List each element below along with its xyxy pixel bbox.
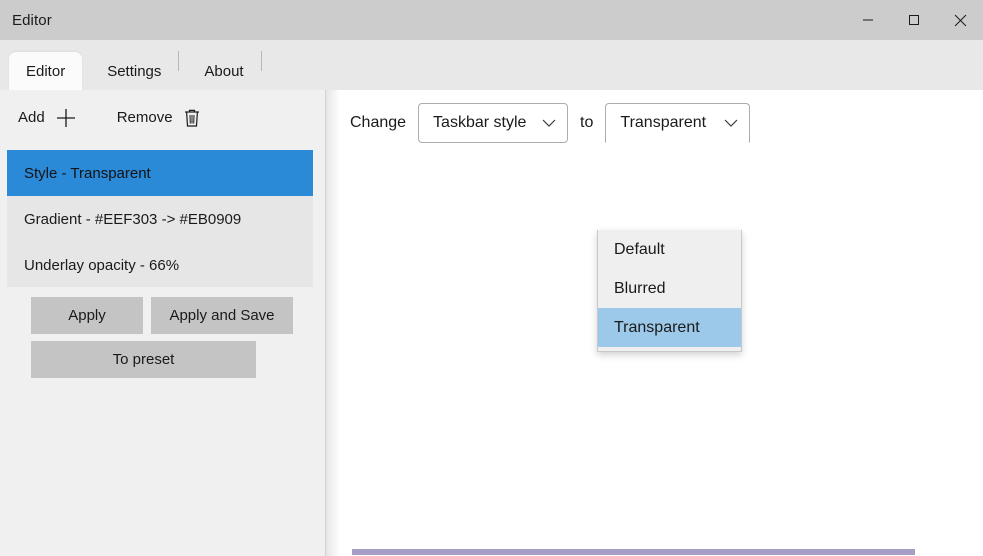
content-area: Add Remove	[0, 90, 983, 556]
list-item-label: Style - Transparent	[24, 165, 151, 182]
tab-about-label: About	[204, 63, 243, 80]
sidebar-shadow	[326, 90, 340, 556]
tab-settings[interactable]: Settings	[90, 52, 178, 90]
add-button-label: Add	[18, 109, 45, 126]
tab-separator-1	[178, 51, 179, 71]
maximize-icon	[908, 14, 920, 26]
sidebar-toolbar: Add Remove	[0, 90, 325, 145]
rule-middle-label: to	[580, 114, 593, 132]
list-item-label: Gradient - #EEF303 -> #EB0909	[24, 211, 241, 228]
primary-button-row: Apply Apply and Save	[31, 297, 293, 334]
remove-button-label: Remove	[117, 109, 173, 126]
dropdown-option-default[interactable]: Default	[598, 230, 741, 269]
apply-and-save-button[interactable]: Apply and Save	[151, 297, 293, 334]
window-title: Editor	[0, 12, 52, 29]
apply-button[interactable]: Apply	[31, 297, 143, 334]
add-button[interactable]: Add	[18, 107, 77, 129]
secondary-button-row: To preset	[31, 341, 256, 378]
tab-separator-2	[261, 51, 262, 71]
minimize-icon	[862, 14, 874, 26]
rules-list[interactable]: Style - Transparent Gradient - #EEF303 -…	[7, 150, 313, 287]
horizontal-scrollbar[interactable]	[340, 548, 983, 556]
property-combobox[interactable]: Taskbar style	[418, 103, 568, 143]
list-item[interactable]: Underlay opacity - 66%	[7, 242, 313, 287]
list-item-label: Underlay opacity - 66%	[24, 257, 179, 274]
chevron-down-icon	[724, 119, 738, 128]
to-preset-button[interactable]: To preset	[31, 341, 256, 378]
dropdown-option-blurred[interactable]: Blurred	[598, 269, 741, 308]
remove-button[interactable]: Remove	[117, 108, 201, 128]
sidebar-divider	[325, 90, 326, 556]
tab-editor-label: Editor	[26, 63, 65, 80]
list-item[interactable]: Style - Transparent	[7, 150, 313, 196]
caption-button-group	[845, 0, 983, 40]
sidebar: Add Remove	[0, 90, 325, 556]
dropdown-option-label: Default	[614, 241, 665, 259]
trash-icon	[183, 108, 201, 128]
close-icon	[954, 14, 967, 27]
app-window: Editor Editor	[0, 0, 983, 556]
rule-prefix-label: Change	[350, 114, 406, 132]
tab-about[interactable]: About	[187, 52, 260, 90]
minimize-button[interactable]	[845, 0, 891, 40]
list-item[interactable]: Gradient - #EEF303 -> #EB0909	[7, 196, 313, 242]
chevron-down-icon	[542, 119, 556, 128]
dropdown-option-transparent[interactable]: Transparent	[598, 308, 741, 347]
tab-strip: Editor Settings About	[0, 40, 983, 90]
maximize-button[interactable]	[891, 0, 937, 40]
plus-icon	[55, 107, 77, 129]
rule-editor-row: Change Taskbar style to Transparent	[350, 102, 750, 144]
tab-settings-label: Settings	[107, 63, 161, 80]
value-combobox-value: Transparent	[620, 114, 706, 132]
dropdown-option-label: Blurred	[614, 280, 666, 298]
horizontal-scrollbar-thumb[interactable]	[352, 549, 915, 555]
value-combobox[interactable]: Transparent	[605, 103, 750, 143]
title-bar: Editor	[0, 0, 983, 40]
value-dropdown-popup[interactable]: Default Blurred Transparent	[597, 230, 742, 352]
property-combobox-value: Taskbar style	[433, 114, 526, 132]
dropdown-option-label: Transparent	[614, 319, 700, 337]
close-button[interactable]	[937, 0, 983, 40]
tab-editor[interactable]: Editor	[9, 52, 82, 90]
